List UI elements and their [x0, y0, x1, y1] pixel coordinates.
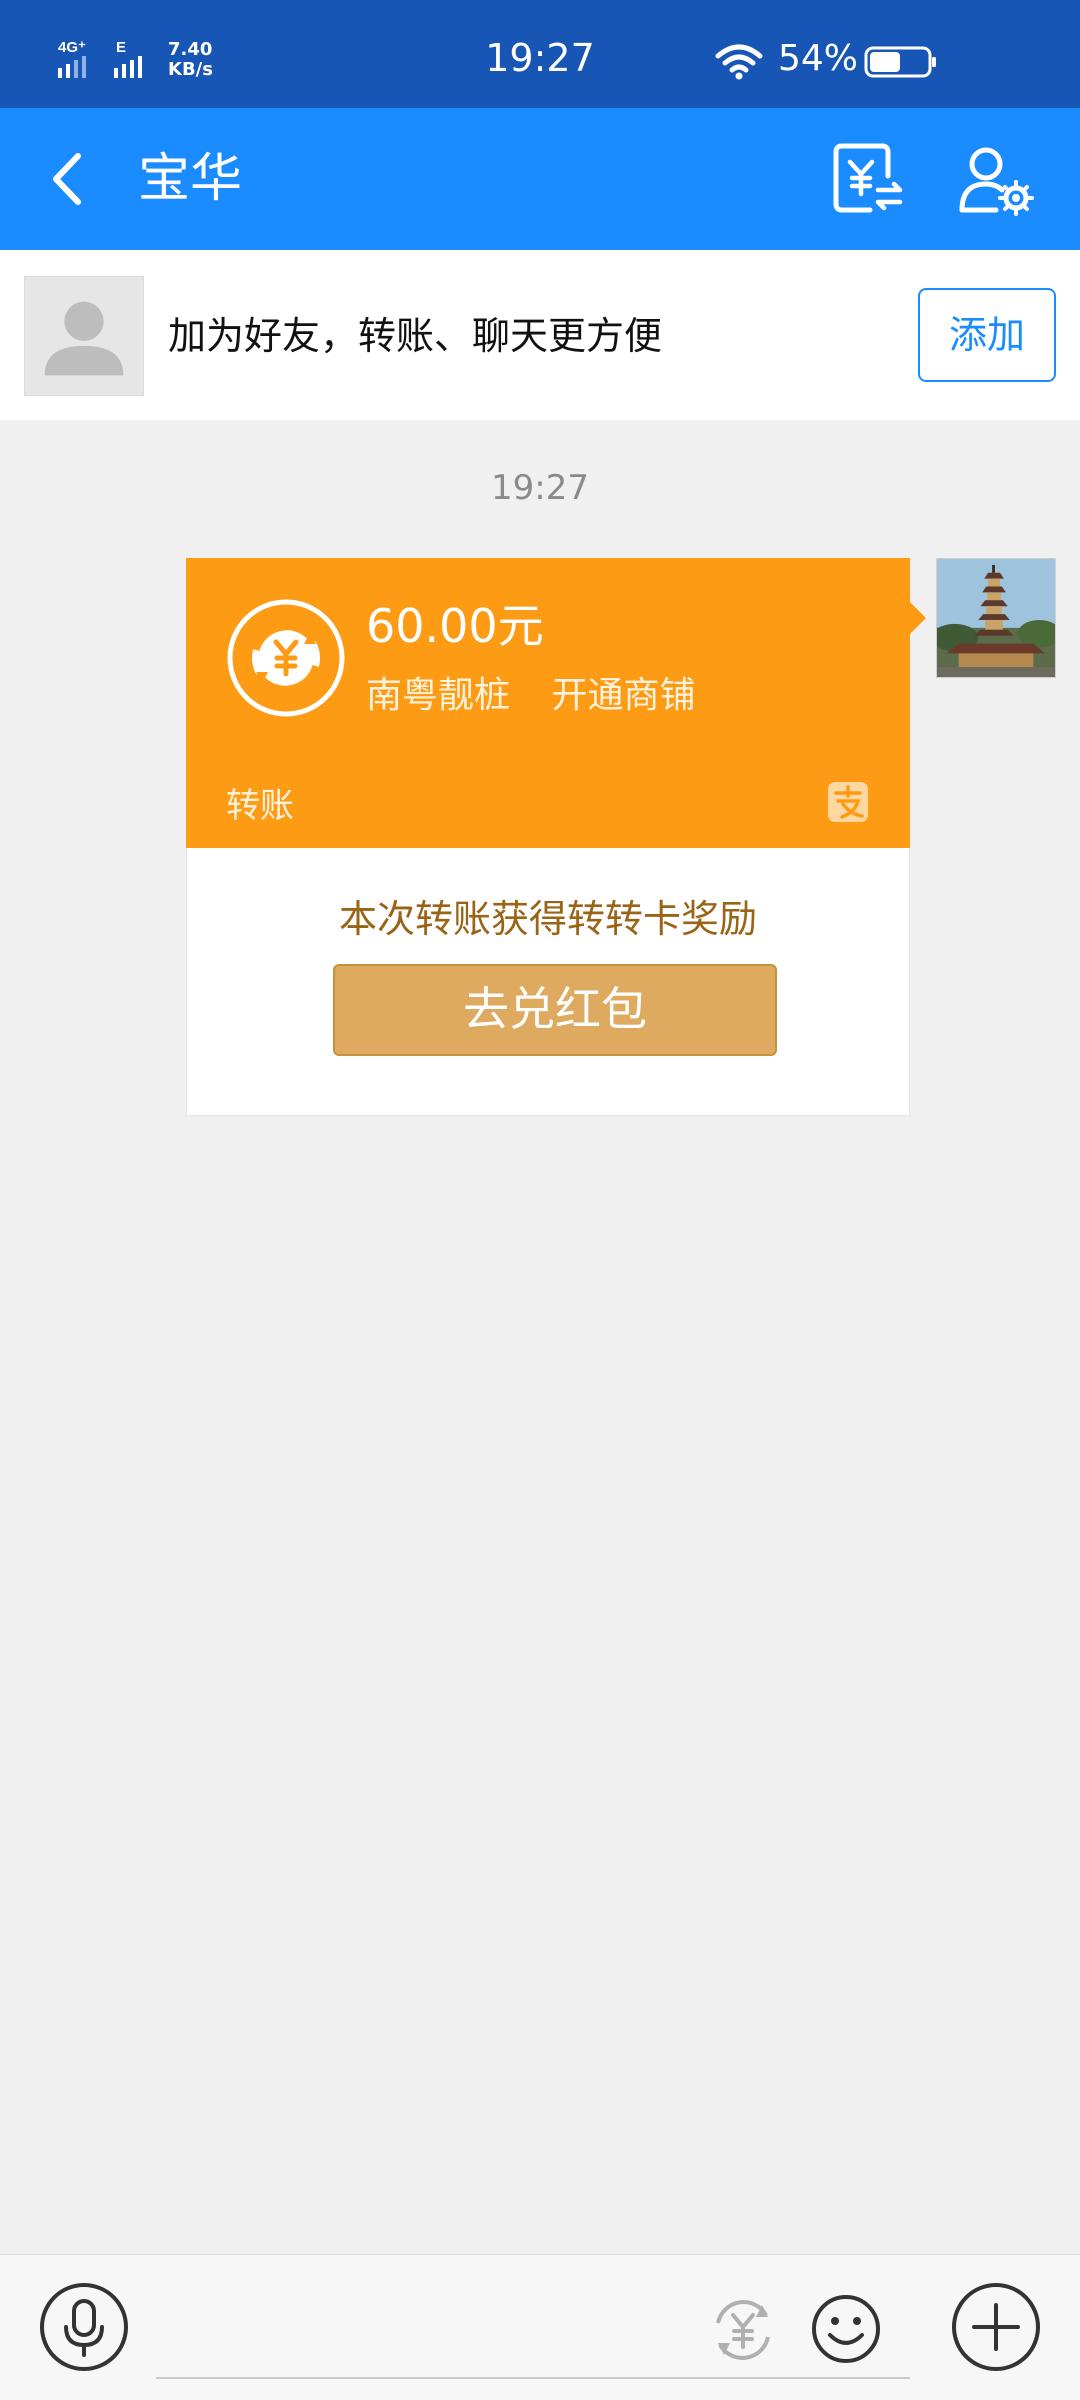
transfer-money-icon[interactable] — [830, 140, 906, 216]
reward-text: 本次转账获得转转卡奖励 — [338, 897, 757, 941]
transfer-label: 转账 — [226, 786, 294, 826]
voice-icon[interactable] — [38, 2281, 130, 2373]
default-avatar — [24, 276, 144, 396]
plus-icon[interactable] — [950, 2281, 1042, 2373]
wifi-icon — [715, 44, 763, 80]
message-input[interactable] — [156, 2291, 910, 2379]
transfer-coin-icon — [227, 599, 345, 717]
transfer-amount: 60.00元 — [366, 599, 544, 653]
redeem-red-packet-button[interactable]: 去兑红包 — [333, 964, 777, 1056]
transfer-memo: 南粤靓桩 开通商铺 — [366, 675, 696, 716]
nav-bar: 宝华 — [0, 108, 1080, 250]
transfer-card-header[interactable]: 60.00元 南粤靓桩 开通商铺 转账 — [186, 558, 910, 848]
alipay-icon — [828, 782, 868, 822]
contact-settings-icon[interactable] — [956, 144, 1036, 216]
transfer-icon[interactable] — [706, 2293, 780, 2367]
add-friend-text: 加为好友，转账、聊天更方便 — [168, 314, 663, 358]
emoji-icon[interactable] — [808, 2291, 884, 2367]
battery-percent: 54% — [778, 38, 859, 79]
add-friend-banner: 加为好友，转账、聊天更方便 添加 — [0, 250, 1080, 420]
add-friend-button[interactable]: 添加 — [918, 288, 1056, 382]
bubble-tail — [910, 602, 926, 634]
sender-avatar[interactable] — [936, 558, 1056, 678]
battery-icon — [864, 46, 936, 78]
transfer-message-card[interactable]: 60.00元 南粤靓桩 开通商铺 转账 本次转账获得转转卡奖励 去兑红包 — [186, 558, 926, 1116]
message-timestamp: 19:27 — [491, 468, 589, 508]
status-bar: 4G⁺ E 7.40 KB/s 19:27 54% — [0, 0, 1080, 108]
input-bar — [0, 2254, 1080, 2400]
back-arrow-icon[interactable] — [40, 144, 100, 214]
home-indicator — [120, 2393, 960, 2400]
transfer-reward-section: 本次转账获得转转卡奖励 去兑红包 — [186, 848, 910, 1116]
chat-title: 宝华 — [138, 149, 243, 209]
